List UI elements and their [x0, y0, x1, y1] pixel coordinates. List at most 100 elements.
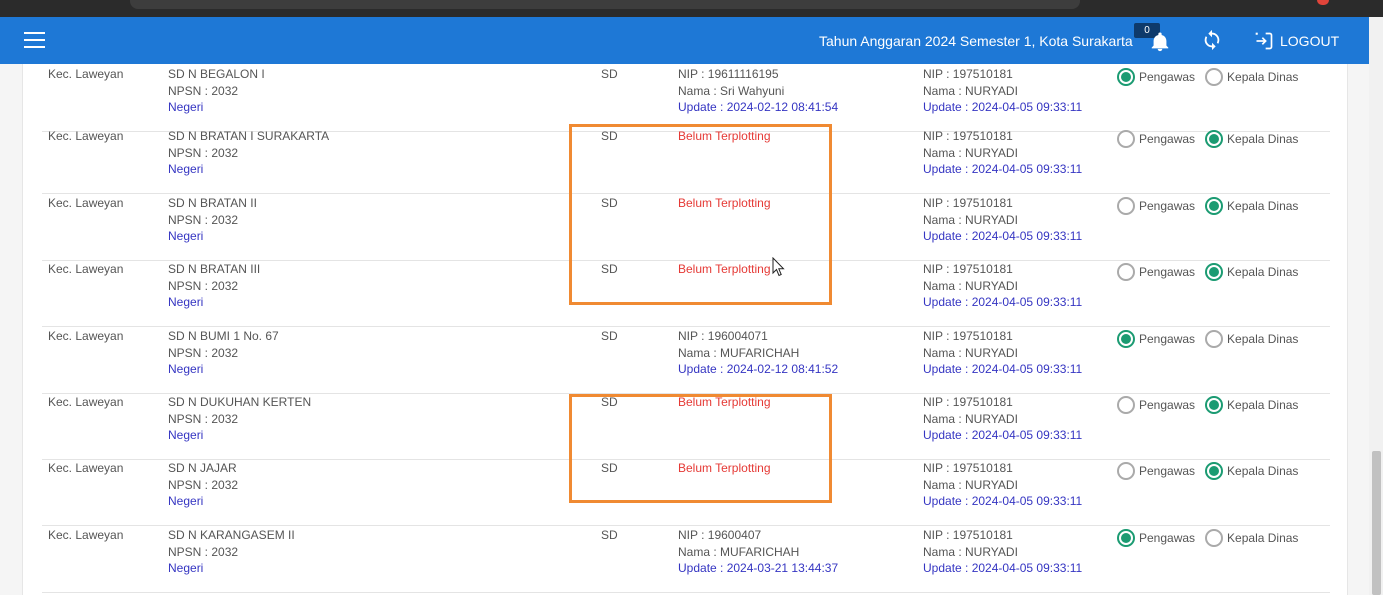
radio-kepala-dinas-circle[interactable]	[1205, 529, 1224, 547]
radio-pengawas[interactable]: Pengawas	[1117, 529, 1195, 547]
kecamatan-cell: Kec. Laweyan	[48, 528, 124, 542]
school-status: Negeri	[168, 162, 204, 177]
radio-pengawas-label: Pengawas	[1139, 198, 1196, 213]
radio-pengawas-circle[interactable]	[1117, 330, 1135, 348]
jenjang-cell: SD	[601, 262, 618, 276]
kadis-nama: Nama : NURYADI	[923, 544, 1018, 559]
pengawas-cell: Belum Terplotting	[678, 195, 771, 212]
radio-pengawas[interactable]: Pengawas	[1117, 263, 1195, 281]
radio-kepala-dinas[interactable]: Kepala Dinas	[1205, 68, 1298, 86]
browser-chrome	[0, 0, 1383, 17]
top-app-bar: Tahun Anggaran 2024 Semester 1, Kota Sur…	[0, 17, 1369, 64]
school-cell: SD N BRATAN I SURAKARTA NPSN : 2032 Nege…	[168, 128, 329, 178]
radio-kepala-dinas-circle[interactable]	[1205, 462, 1224, 480]
approver-radio-group: Pengawas Kepala Dinas	[1117, 330, 1308, 348]
radio-kepala-dinas[interactable]: Kepala Dinas	[1205, 529, 1298, 547]
kadis-nama: Nama : NURYADI	[923, 411, 1018, 426]
radio-pengawas-circle[interactable]	[1117, 462, 1135, 480]
jenjang-cell: SD	[601, 329, 618, 343]
radio-kepala-dinas-label: Kepala Dinas	[1227, 463, 1299, 478]
school-status: Negeri	[168, 428, 204, 443]
pengawas-nama: Nama : MUFARICHAH	[678, 544, 800, 559]
radio-pengawas[interactable]: Pengawas	[1117, 130, 1195, 148]
school-npsn: NPSN : 2032	[168, 278, 239, 293]
radio-pengawas-circle[interactable]	[1117, 263, 1135, 281]
logout-icon	[1255, 32, 1273, 50]
approver-radio-group: Pengawas Kepala Dinas	[1117, 529, 1308, 547]
radio-pengawas-circle[interactable]	[1117, 396, 1135, 414]
plotting-table: Kec. Laweyan SD N BEGALON I NPSN : 2032 …	[22, 64, 1348, 595]
radio-kepala-dinas-circle[interactable]	[1205, 197, 1224, 215]
school-name: SD N BRATAN III	[168, 262, 261, 276]
kecamatan-cell: Kec. Laweyan	[48, 395, 124, 409]
menu-icon[interactable]	[24, 32, 45, 48]
radio-kepala-dinas-label: Kepala Dinas	[1227, 264, 1299, 279]
radio-pengawas-circle[interactable]	[1117, 130, 1135, 148]
school-npsn: NPSN : 2032	[168, 544, 239, 559]
kadis-nama: Nama : NURYADI	[923, 212, 1018, 227]
radio-pengawas[interactable]: Pengawas	[1117, 197, 1195, 215]
pengawas-nip: NIP : 19600407	[678, 528, 762, 542]
school-name: SD N JAJAR	[168, 461, 237, 475]
kepala-dinas-cell: NIP : 197510181 Nama : NURYADI Update : …	[923, 66, 1082, 116]
radio-kepala-dinas[interactable]: Kepala Dinas	[1205, 130, 1298, 148]
radio-kepala-dinas[interactable]: Kepala Dinas	[1205, 197, 1298, 215]
logout-button[interactable]: LOGOUT	[1254, 30, 1339, 52]
school-status: Negeri	[168, 100, 204, 115]
table-row: Kec. Laweyan SD N BRATAN II NPSN : 2032 …	[42, 195, 1330, 261]
browser-close-dot[interactable]	[1317, 0, 1329, 5]
kadis-update: Update : 2024-04-05 09:33:11	[923, 561, 1083, 576]
pengawas-cell: NIP : 19611116195 Nama : Sri Wahyuni Upd…	[678, 66, 838, 116]
radio-pengawas-label: Pengawas	[1139, 331, 1196, 346]
radio-kepala-dinas-circle[interactable]	[1205, 130, 1224, 148]
scrollbar-thumb[interactable]	[1372, 451, 1381, 595]
radio-kepala-dinas-circle[interactable]	[1205, 68, 1224, 86]
school-status: Negeri	[168, 295, 204, 310]
address-bar[interactable]	[130, 0, 1080, 9]
school-npsn: NPSN : 2032	[168, 83, 239, 98]
radio-pengawas[interactable]: Pengawas	[1117, 462, 1195, 480]
approver-radio-group: Pengawas Kepala Dinas	[1117, 130, 1308, 148]
bell-icon[interactable]	[1148, 31, 1172, 53]
radio-kepala-dinas[interactable]: Kepala Dinas	[1205, 330, 1298, 348]
radio-pengawas-label: Pengawas	[1139, 397, 1196, 412]
radio-kepala-dinas-circle[interactable]	[1205, 396, 1224, 414]
pengawas-cell: NIP : 19600407 Nama : MUFARICHAH Update …	[678, 527, 838, 577]
radio-kepala-dinas-label: Kepala Dinas	[1227, 331, 1299, 346]
radio-pengawas-label: Pengawas	[1139, 131, 1196, 146]
pengawas-nip: NIP : 19611116195	[678, 67, 779, 81]
school-status: Negeri	[168, 229, 204, 244]
radio-pengawas[interactable]: Pengawas	[1117, 330, 1195, 348]
radio-pengawas[interactable]: Pengawas	[1117, 68, 1195, 86]
pengawas-cell: Belum Terplotting	[678, 261, 771, 278]
radio-pengawas-circle[interactable]	[1117, 68, 1135, 86]
radio-kepala-dinas-circle[interactable]	[1205, 330, 1224, 348]
radio-kepala-dinas-circle[interactable]	[1205, 263, 1224, 281]
pengawas-nip: NIP : 196004071	[678, 329, 768, 343]
kadis-nip: NIP : 197510181	[923, 129, 1013, 143]
refresh-icon[interactable]	[1201, 29, 1223, 51]
radio-kepala-dinas[interactable]: Kepala Dinas	[1205, 263, 1298, 281]
kadis-nama: Nama : NURYADI	[923, 345, 1018, 360]
radio-kepala-dinas[interactable]: Kepala Dinas	[1205, 462, 1298, 480]
radio-pengawas-circle[interactable]	[1117, 529, 1135, 547]
radio-kepala-dinas[interactable]: Kepala Dinas	[1205, 396, 1298, 414]
kecamatan-cell: Kec. Laweyan	[48, 262, 124, 276]
pengawas-status: Belum Terplotting	[678, 129, 771, 143]
jenjang-cell: SD	[601, 461, 618, 475]
pengawas-cell: Belum Terplotting	[678, 460, 771, 477]
kepala-dinas-cell: NIP : 197510181 Nama : NURYADI Update : …	[923, 460, 1082, 510]
pengawas-nama: Nama : MUFARICHAH	[678, 345, 800, 360]
radio-pengawas[interactable]: Pengawas	[1117, 396, 1195, 414]
page-scrollbar[interactable]	[1369, 17, 1383, 595]
kadis-update: Update : 2024-04-05 09:33:11	[923, 295, 1083, 310]
school-cell: SD N DUKUHAN KERTEN NPSN : 2032 Negeri	[168, 394, 311, 444]
school-name: SD N DUKUHAN KERTEN	[168, 395, 312, 409]
radio-kepala-dinas-label: Kepala Dinas	[1227, 530, 1299, 545]
radio-pengawas-circle[interactable]	[1117, 197, 1135, 215]
school-status: Negeri	[168, 362, 204, 377]
kadis-update: Update : 2024-04-05 09:33:11	[923, 362, 1083, 377]
kecamatan-cell: Kec. Laweyan	[48, 329, 124, 343]
jenjang-cell: SD	[601, 67, 618, 81]
kadis-nip: NIP : 197510181	[923, 196, 1013, 210]
